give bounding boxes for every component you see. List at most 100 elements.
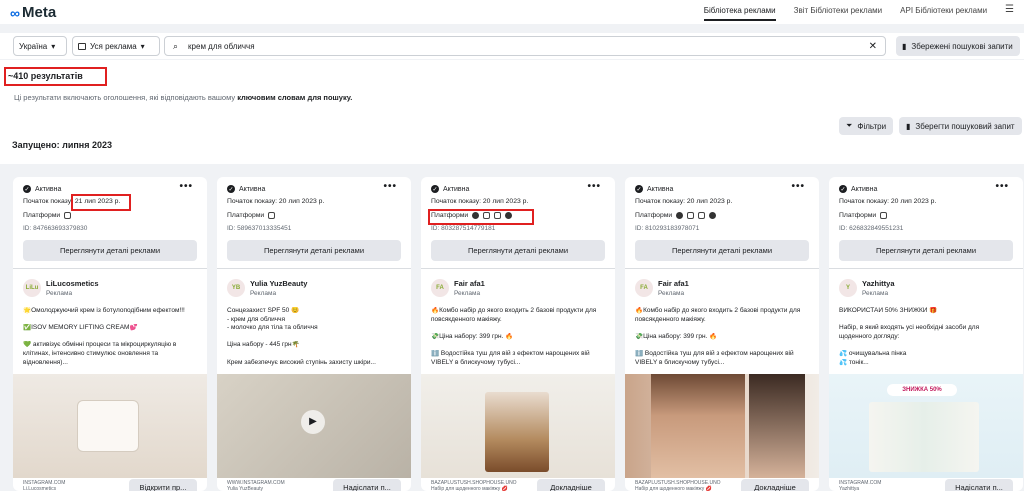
ad-body-line: відновлення)... [23,358,68,366]
view-ad-details-button[interactable]: Переглянути деталі реклами [227,240,401,261]
sponsored-label: Реклама [46,290,73,297]
advertiser-name[interactable]: LiLucosmetics [46,279,99,288]
more-options-icon[interactable]: ••• [383,181,397,192]
divider [625,268,819,269]
ad-body-line [431,324,609,333]
instagram-icon [687,212,695,219]
cta-button[interactable]: Відкрити пр... [129,479,197,491]
ad-card: ✓ Активна ••• Початок показу: 20 лип 2023… [625,177,819,491]
ad-body-line: VIBELY в блискучому тубусі... [635,358,725,366]
sponsored-label: Реклама [862,290,889,297]
ad-body: 🌟Омолоджуючий крем із ботулоподібним ефе… [23,307,201,367]
ad-footer: INSTAGRAM.COM Li.Lucosmetics [23,480,66,491]
ad-body-line [839,316,1017,325]
status-badge: ✓ Активна [635,185,674,193]
ad-body-line: 💸Ціна набору: 399 грн. 🔥 [635,332,718,340]
cta-button[interactable]: Надіслати п... [333,479,401,491]
nav-ad-library-api[interactable]: API Бібліотеки реклами [900,6,987,21]
ad-type-select[interactable]: Уся реклама ▾ [72,36,160,56]
ad-type-icon [78,42,86,50]
saved-searches-button[interactable]: ▮ Збережені пошукові запити [896,36,1020,56]
bookmark-icon: ▮ [906,121,911,131]
ad-id: ID: 810293183978071 [635,225,700,232]
ad-card: ✓ Активна ••• Початок показу: 21 лип 2023… [13,177,207,491]
view-ad-details-button[interactable]: Переглянути деталі реклами [23,240,197,261]
ad-body: Сонцезахист SPF 50 😊 - крем для обличчя - … [227,307,405,367]
search-input[interactable]: ⌕ крем для обличчя ✕ [164,36,886,56]
nav-ad-library-report[interactable]: Звіт Бібліотеки реклами [794,6,883,21]
country-select[interactable]: Україна ▾ [13,36,67,56]
ad-body: 🔥Комбо набір до якого входить 2 базові п… [431,307,609,367]
instagram-icon [268,212,276,219]
cta-button[interactable]: Надіслати п... [945,479,1013,491]
ad-body-line: - крем для обличчя [227,315,285,323]
ad-body-line: ВИКОРИСТАЙ 50% ЗНИЖКИ 🎁 [839,307,938,314]
view-ad-details-button[interactable]: Переглянути деталі реклами [839,240,1013,261]
cream-jar-image [77,400,139,452]
ad-image[interactable] [13,374,207,478]
advertiser-name[interactable]: Yulia YuzBeauty [250,279,307,288]
clear-icon[interactable]: ✕ [869,41,877,52]
play-video-icon[interactable]: ▶ [301,410,325,434]
cta-button[interactable]: Докладніше [537,479,605,491]
instagram-icon [64,212,72,219]
ad-body-line: 💦 очищувальна пінка [839,349,907,357]
divider [829,268,1023,269]
ad-id: ID: 589637013335451 [227,225,292,232]
results-description: Ці результати включають оголошення, які … [14,93,353,102]
cta-button[interactable]: Докладніше [741,479,809,491]
ad-body-line: 💚 активізує обмінні процеси та мікроцирк… [23,341,177,349]
ad-body-line: 🌟Омолоджуючий крем із ботулоподібним ефе… [23,307,185,314]
more-options-icon[interactable]: ••• [587,181,601,192]
avatar[interactable]: FA [431,279,449,297]
facebook-icon [676,212,684,219]
ad-body-line: повсякденного макіяжу. [635,315,706,323]
ad-footer: BAZAPLUSTUSH.SHOPHOUSE.UNO Набір для щоде… [431,480,517,491]
ad-body-line: повсякденного макіяжу. [431,315,502,323]
ad-id: ID: 847663693379830 [23,225,88,232]
products-image [869,402,979,472]
mascara-image [485,392,549,472]
ad-id: ID: 626832849551231 [839,225,904,232]
caret-down-icon: ▾ [51,41,56,51]
avatar[interactable]: FA [635,279,653,297]
discount-badge: ЗНИЖКА 50% [887,384,957,396]
ad-body-line [227,333,405,342]
ad-body: 🔥Комбо набір до якого входить 2 базові п… [635,307,813,367]
ad-footer: BAZAPLUSTUSH.SHOPHOUSE.UNO Набір для щоде… [635,480,721,491]
status-badge: ✓ Активна [839,185,878,193]
meta-logo[interactable]: ∞ Meta [10,4,56,21]
ad-body-line: 🔥Комбо набір до якого входить 2 базові п… [635,307,801,314]
avatar[interactable]: YB [227,279,245,297]
ad-body-line: Набір, в який входять усі необхідні засо… [839,324,980,332]
ad-body-line: 🔥Комбо набір до якого входить 2 базові п… [431,307,597,314]
ad-body-line: Ціна набору - 445 грн🌴 [227,341,300,349]
ad-image[interactable] [625,374,819,478]
more-options-icon[interactable]: ••• [995,181,1009,192]
more-options-icon[interactable]: ••• [179,181,193,192]
view-ad-details-button[interactable]: Переглянути деталі реклами [431,240,605,261]
advertiser-name[interactable]: Fair afa1 [658,279,689,288]
hamburger-icon[interactable]: ☰ [1005,4,1014,21]
top-nav: Бібліотека реклами Звіт Бібліотеки рекла… [703,4,1014,21]
check-circle-icon: ✓ [635,185,643,193]
avatar[interactable]: LiLu [23,279,41,297]
status-badge: ✓ Активна [23,185,62,193]
advertiser-name[interactable]: Yazhittya [862,279,895,288]
ad-card: ✓ Активна ••• Початок показу: 20 лип 2023… [217,177,411,491]
nav-ad-library[interactable]: Бібліотека реклами [703,6,776,21]
advertiser-name[interactable]: Fair afa1 [454,279,485,288]
more-options-icon[interactable]: ••• [791,181,805,192]
ad-image[interactable]: ЗНИЖКА 50% [829,374,1023,478]
view-ad-details-button[interactable]: Переглянути деталі реклами [635,240,809,261]
check-circle-icon: ✓ [23,185,31,193]
ad-image[interactable] [421,374,615,478]
save-search-button[interactable]: ▮ Зберегти пошуковий запит [899,117,1022,135]
ad-body-line [23,316,201,325]
ad-image[interactable]: ▶ [217,374,411,478]
ad-body-line: 💸Ціна набору: 399 грн. 🔥 [431,332,514,340]
check-circle-icon: ✓ [431,185,439,193]
check-circle-icon: ✓ [839,185,847,193]
filters-button[interactable]: ⏷ Фільтри [839,117,894,135]
avatar[interactable]: Y [839,279,857,297]
